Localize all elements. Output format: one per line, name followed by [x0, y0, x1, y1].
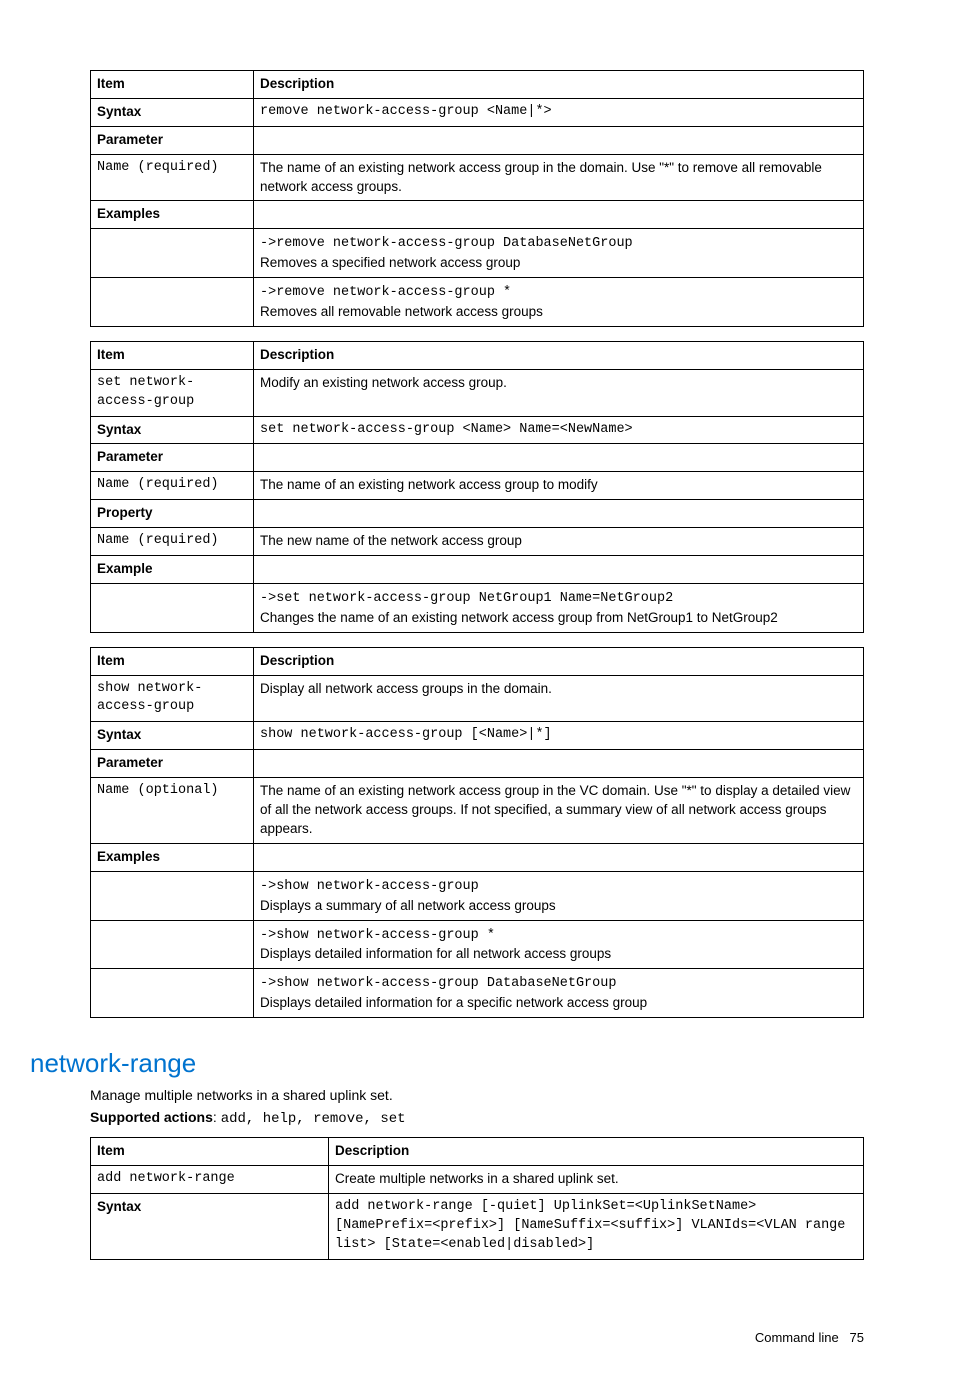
ex1-desc: Displays a summary of all network access… [260, 898, 556, 913]
row-parameter-empty [254, 126, 864, 154]
row-ex1-cell: ->show network-access-group Displays a s… [254, 871, 864, 920]
row-ex2-empty [91, 920, 254, 969]
row-ex1-cell: ->set network-access-group NetGroup1 Nam… [254, 583, 864, 632]
table-set-network-access-group: Item Description set network-access-grou… [90, 341, 864, 633]
supported-actions: Supported actions: add, help, remove, se… [90, 1109, 864, 1127]
row-ex1-empty [91, 871, 254, 920]
supported-label: Supported actions [90, 1109, 213, 1125]
row-ex2-cell: ->show network-access-group * Displays d… [254, 920, 864, 969]
header-item: Item [91, 647, 254, 675]
header-item: Item [91, 71, 254, 99]
row-param-name: Name (required) [91, 154, 254, 201]
row-syntax-label: Syntax [91, 1193, 329, 1259]
row-ex1-cell: ->remove network-access-group DatabaseNe… [254, 229, 864, 278]
ex1-code: ->show network-access-group [260, 879, 479, 894]
row-examples-empty [254, 201, 864, 229]
row-param-desc: The name of an existing network access g… [254, 472, 864, 500]
row-ex2-cell: ->remove network-access-group * Removes … [254, 278, 864, 327]
ex1-desc: Changes the name of an existing network … [260, 610, 778, 625]
row-examples-label: Examples [91, 201, 254, 229]
supported-code: add, help, remove, set [221, 1111, 406, 1127]
row-param-desc: The name of an existing network access g… [254, 778, 864, 844]
ex1-code: ->set network-access-group NetGroup1 Nam… [260, 591, 673, 606]
header-item: Item [91, 341, 254, 369]
row-syntax-code: remove network-access-group <Name|*> [254, 98, 864, 126]
header-description: Description [329, 1138, 864, 1166]
header-description: Description [254, 647, 864, 675]
ex3-code: ->show network-access-group DatabaseNetG… [260, 976, 616, 991]
row-cmd-code: set network-access-group [91, 369, 254, 416]
ex1-desc: Removes a specified network access group [260, 255, 520, 270]
ex2-desc: Displays detailed information for all ne… [260, 946, 611, 961]
row-syntax-label: Syntax [91, 722, 254, 750]
row-syntax-code: add network-range [-quiet] UplinkSet=<Up… [329, 1193, 864, 1259]
row-example-empty [254, 556, 864, 584]
row-parameter-label: Parameter [91, 444, 254, 472]
ex1-code: ->remove network-access-group DatabaseNe… [260, 236, 633, 251]
row-cmd-desc: Create multiple networks in a shared upl… [329, 1165, 864, 1193]
ex2-code: ->show network-access-group * [260, 928, 495, 943]
row-ex1-empty [91, 583, 254, 632]
row-ex2-empty [91, 278, 254, 327]
row-parameter-label: Parameter [91, 750, 254, 778]
row-param-name: Name (optional) [91, 778, 254, 844]
row-cmd-code: add network-range [91, 1165, 329, 1193]
table-add-network-range: Item Description add network-range Creat… [90, 1137, 864, 1259]
row-param-name: Name (required) [91, 472, 254, 500]
row-cmd-desc: Display all network access groups in the… [254, 675, 864, 722]
row-syntax-code: show network-access-group [<Name>|*] [254, 722, 864, 750]
row-example-label: Example [91, 556, 254, 584]
row-syntax-label: Syntax [91, 98, 254, 126]
row-examples-label: Examples [91, 843, 254, 871]
table-remove-network-access-group: Item Description Syntax remove network-a… [90, 70, 864, 327]
header-item: Item [91, 1138, 329, 1166]
row-parameter-empty [254, 444, 864, 472]
header-description: Description [254, 71, 864, 99]
row-ex3-cell: ->show network-access-group DatabaseNetG… [254, 969, 864, 1018]
row-property-empty [254, 500, 864, 528]
page-footer: Command line 75 [90, 1330, 864, 1345]
ex3-desc: Displays detailed information for a spec… [260, 995, 647, 1010]
row-syntax-code: set network-access-group <Name> Name=<Ne… [254, 416, 864, 444]
row-parameter-label: Parameter [91, 126, 254, 154]
footer-page: 75 [850, 1330, 864, 1345]
footer-label: Command line [755, 1330, 839, 1345]
ex2-code: ->remove network-access-group * [260, 285, 511, 300]
row-parameter-empty [254, 750, 864, 778]
header-description: Description [254, 341, 864, 369]
row-examples-empty [254, 843, 864, 871]
row-cmd-code: show network-access-group [91, 675, 254, 722]
table-show-network-access-group: Item Description show network-access-gro… [90, 647, 864, 1018]
row-param-desc: The name of an existing network access g… [254, 154, 864, 201]
row-ex1-empty [91, 229, 254, 278]
row-ex3-empty [91, 969, 254, 1018]
row-syntax-label: Syntax [91, 416, 254, 444]
row-property-label: Property [91, 500, 254, 528]
section-heading-network-range: network-range [30, 1048, 864, 1079]
ex2-desc: Removes all removable network access gro… [260, 304, 543, 319]
section-intro: Manage multiple networks in a shared upl… [90, 1087, 864, 1103]
row-prop-desc: The new name of the network access group [254, 528, 864, 556]
row-prop-name: Name (required) [91, 528, 254, 556]
row-cmd-desc: Modify an existing network access group. [254, 369, 864, 416]
